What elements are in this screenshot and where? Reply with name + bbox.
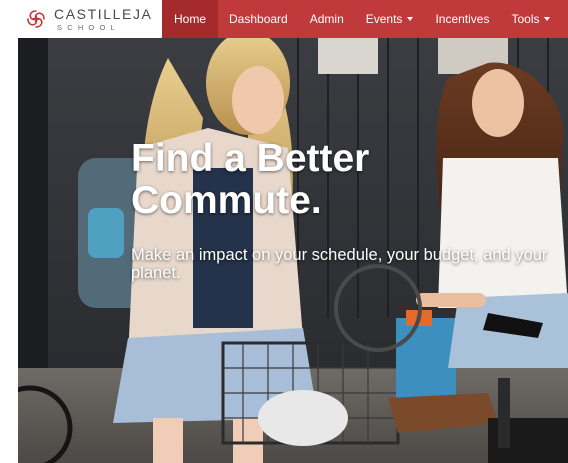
- nav-item-admin[interactable]: Admin: [299, 0, 355, 38]
- nav-item-label: Tools: [511, 12, 540, 26]
- hero-subtitle: Make an impact on your schedule, your bu…: [131, 246, 548, 282]
- nav-item-label: Admin: [309, 12, 344, 26]
- nav-item-events[interactable]: Events: [355, 0, 425, 38]
- nav-item-label: Dashboard: [229, 12, 288, 26]
- nav-item-label: Events: [365, 12, 403, 26]
- nav-item-tools[interactable]: Tools: [500, 0, 561, 38]
- hero-title: Find a Better Commute.: [131, 137, 370, 222]
- caret-down-icon: [544, 17, 551, 21]
- nav-item-incentives[interactable]: Incentives: [424, 0, 500, 38]
- nav-item-label: Home: [174, 12, 207, 26]
- brand-name: CASTILLEJA: [54, 5, 153, 22]
- brand-subtitle: SCHOOL: [57, 22, 120, 32]
- caret-down-icon: [407, 17, 414, 21]
- nav-item-home[interactable]: Home: [162, 0, 219, 38]
- brand-logo-link[interactable]: CASTILLEJA SCHOOL: [0, 0, 162, 38]
- nav-item-label: Incentives: [435, 12, 490, 26]
- hero-banner: Find a Better Commute. Make an impact on…: [18, 38, 568, 463]
- nav-item-dashboard[interactable]: Dashboard: [218, 0, 299, 38]
- top-navbar: CASTILLEJA SCHOOL Home Dashboard Admin E…: [0, 0, 568, 38]
- castilleja-logo-icon: [27, 10, 45, 28]
- main-nav: Home Dashboard Admin Events Incentives T…: [162, 0, 561, 38]
